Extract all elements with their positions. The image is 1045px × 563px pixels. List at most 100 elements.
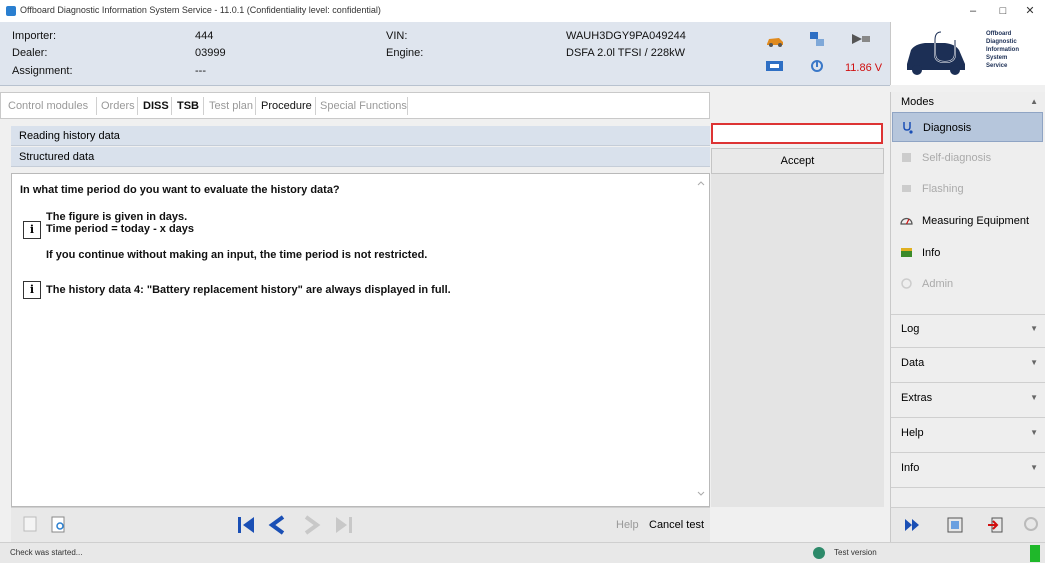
accept-button[interactable]: Accept [711,148,884,174]
window-title: Offboard Diagnostic Information System S… [20,5,381,15]
collapse-arrow-icon: ▲ [1030,97,1038,106]
tab-diss[interactable]: DISS [143,100,169,112]
book-icon [901,248,912,257]
document-search-icon[interactable] [51,516,67,537]
tab-test-plan[interactable]: Test plan [209,100,253,112]
logo-text: Offboard Diagnostic Information System Servi… [986,31,1019,69]
vehicle-icon [765,34,785,51]
tab-bar: Control modules Orders DISS TSB Test pla… [0,92,710,119]
test-version-label: Test version [834,548,877,557]
battery-icon [765,60,785,75]
maximize-button[interactable]: □ [988,3,1018,19]
info-no-input-text: If you continue without making an input,… [46,249,428,261]
globe-icon [812,546,826,563]
info-icon: i [23,221,41,239]
clamp-icon [810,58,824,77]
modes-label: Modes [901,96,935,108]
section-extras[interactable]: Extras ▼ [891,384,1045,418]
mode-flashing[interactable]: Flashing [892,174,1043,204]
fast-forward-icon[interactable] [903,516,923,537]
section-label: Info [901,462,920,474]
previous-page-icon[interactable] [268,514,286,539]
section-label: Log [901,323,920,335]
mode-diagnosis[interactable]: Diagnosis [892,112,1043,142]
tab-tsb[interactable]: TSB [177,100,199,112]
mode-label: Diagnosis [923,122,972,134]
mode-label: Info [922,247,941,259]
mode-self-diagnosis[interactable]: Self-diagnosis [892,143,1043,173]
title-bar: Offboard Diagnostic Information System S… [0,0,1045,22]
mode-label: Self-diagnosis [922,152,992,164]
help-button[interactable]: Help [616,519,639,531]
flashing-icon [902,185,911,192]
gauge-icon [900,217,913,225]
last-page-icon[interactable] [333,514,355,539]
tab-control-modules[interactable]: Control modules [8,100,88,112]
screenshot-icon[interactable] [946,516,964,537]
assignment-value: --- [195,65,206,77]
sidebar-toolbar [890,507,1045,542]
admin-icon [901,278,912,289]
vin-value: WAUH3DGY9PA049244 [566,30,686,42]
mode-label: Measuring Equipment [922,215,1030,227]
procedure-content: In what time period do you want to evalu… [11,173,710,507]
expand-arrow-icon: ▼ [1030,428,1038,437]
expand-arrow-icon: ▼ [1030,358,1038,367]
mode-label: Admin [922,278,954,290]
days-input[interactable] [711,123,883,144]
voltage-readout: 11.86 V [845,62,883,74]
first-page-icon[interactable] [236,514,258,539]
expand-arrow-icon: ▼ [1030,463,1038,472]
section-log[interactable]: Log ▼ [891,314,1045,348]
status-indicator [1030,545,1040,562]
content-scrollbar[interactable] [696,178,706,500]
exit-icon[interactable] [986,516,1004,537]
dealer-label: Dealer: [12,47,48,59]
mode-info[interactable]: Info [892,238,1043,268]
next-page-icon[interactable] [303,514,321,539]
assignment-label: Assignment: [12,65,73,77]
info-battery-history-text: The history data 4: "Battery replacement… [46,284,451,296]
section-label: Extras [901,392,933,404]
section-label: Help [901,427,924,439]
section-label: Data [901,357,925,369]
engine-label: Engine: [386,47,424,59]
info-days-text: The figure is given in days. [46,211,188,223]
self-diagnosis-icon [902,153,911,162]
cancel-test-button[interactable]: Cancel test [649,519,704,531]
network-icon [808,30,826,51]
app-icon [6,6,16,16]
nav-structured-data[interactable]: Structured data [11,147,710,167]
settings-icon[interactable] [1023,516,1039,535]
nav-reading-history[interactable]: Reading history data [11,126,710,146]
car-stethoscope-icon [907,31,965,75]
tab-special-functions[interactable]: Special Functions [320,100,407,112]
section-data[interactable]: Data ▼ [891,349,1045,383]
input-panel [711,174,884,507]
info-icon: i [23,281,41,299]
document-icon[interactable] [23,516,37,535]
status-bar: Check was started... Test version [0,542,1045,563]
mode-label: Flashing [922,183,964,195]
status-text: Check was started... [10,548,83,557]
mode-measuring-equipment[interactable]: Measuring Equipment [892,206,1043,236]
section-help[interactable]: Help ▼ [891,419,1045,453]
section-info[interactable]: Info ▼ [891,454,1045,488]
stethoscope-icon [903,122,913,134]
vin-label: VIN: [386,30,408,42]
mode-admin[interactable]: Admin [892,269,1043,299]
minimize-button[interactable]: – [958,3,988,19]
tab-procedure[interactable]: Procedure [261,100,312,112]
dealer-value: 03999 [195,47,226,59]
tab-orders[interactable]: Orders [101,100,135,112]
question-text: In what time period do you want to evalu… [20,184,340,196]
close-button[interactable]: ✕ [1015,3,1045,19]
vehicle-info-header: Importer: 444 Dealer: 03999 Assignment: … [0,22,890,86]
importer-value: 444 [195,30,214,42]
odis-logo: Offboard Diagnostic Information System Servi… [890,22,1045,85]
info-period-text: Time period = today - x days [46,223,195,235]
expand-arrow-icon: ▼ [1030,324,1038,333]
expand-arrow-icon: ▼ [1030,393,1038,402]
modes-header[interactable]: Modes ▲ [891,92,1045,114]
connector-icon [850,32,872,49]
